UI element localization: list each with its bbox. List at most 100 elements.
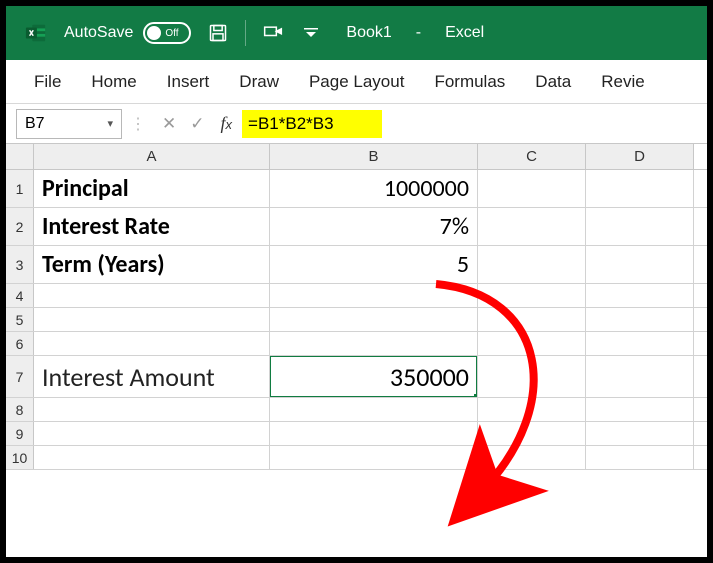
autosave-group: AutoSave Off bbox=[64, 22, 191, 44]
cell-d3[interactable] bbox=[586, 246, 694, 283]
cell-c6[interactable] bbox=[478, 332, 586, 355]
row-6: 6 bbox=[6, 332, 707, 356]
cell-c3[interactable] bbox=[478, 246, 586, 283]
ribbon-tabs: File Home Insert Draw Page Layout Formul… bbox=[6, 60, 707, 104]
cell-b5[interactable] bbox=[270, 308, 478, 331]
col-header-b[interactable]: B bbox=[270, 144, 478, 169]
cell-c7[interactable] bbox=[478, 356, 586, 397]
cell-c10[interactable] bbox=[478, 446, 586, 469]
cell-c9[interactable] bbox=[478, 422, 586, 445]
cell-a9[interactable] bbox=[34, 422, 270, 445]
cell-c8[interactable] bbox=[478, 398, 586, 421]
tab-home[interactable]: Home bbox=[91, 72, 136, 92]
col-header-d[interactable]: D bbox=[586, 144, 694, 169]
cell-b6[interactable] bbox=[270, 332, 478, 355]
row-4: 4 bbox=[6, 284, 707, 308]
row-3: 3 Term (Years) 5 bbox=[6, 246, 707, 284]
row-header-4[interactable]: 4 bbox=[6, 284, 34, 307]
cell-b1[interactable]: 1000000 bbox=[270, 170, 478, 207]
tab-page-layout[interactable]: Page Layout bbox=[309, 72, 404, 92]
row-header-3[interactable]: 3 bbox=[6, 246, 34, 283]
cell-d7[interactable] bbox=[586, 356, 694, 397]
excel-window: AutoSave Off Book1 - Excel File Home Ins… bbox=[6, 6, 707, 557]
cell-d1[interactable] bbox=[586, 170, 694, 207]
cell-b2[interactable]: 7% bbox=[270, 208, 478, 245]
select-all-corner[interactable] bbox=[6, 144, 34, 169]
row-header-6[interactable]: 6 bbox=[6, 332, 34, 355]
autosave-label: AutoSave bbox=[64, 24, 133, 42]
run-icon[interactable] bbox=[262, 22, 284, 44]
cell-b7[interactable]: 350000 bbox=[270, 356, 478, 397]
cell-c5[interactable] bbox=[478, 308, 586, 331]
row-2: 2 Interest Rate 7% bbox=[6, 208, 707, 246]
row-1: 1 Principal 1000000 bbox=[6, 170, 707, 208]
row-header-9[interactable]: 9 bbox=[6, 422, 34, 445]
cell-a4[interactable] bbox=[34, 284, 270, 307]
cell-a6[interactable] bbox=[34, 332, 270, 355]
cell-b3[interactable]: 5 bbox=[270, 246, 478, 283]
tab-review[interactable]: Revie bbox=[601, 72, 644, 92]
cell-a7[interactable]: Interest Amount bbox=[34, 356, 270, 397]
separator bbox=[245, 20, 246, 46]
cell-a10[interactable] bbox=[34, 446, 270, 469]
cell-a3[interactable]: Term (Years) bbox=[34, 246, 270, 283]
tab-insert[interactable]: Insert bbox=[167, 72, 210, 92]
name-box[interactable]: B7 ▾ bbox=[16, 109, 122, 139]
fx-icon[interactable]: fx bbox=[215, 113, 239, 134]
name-box-value: B7 bbox=[25, 115, 45, 133]
cell-d4[interactable] bbox=[586, 284, 694, 307]
cell-b10[interactable] bbox=[270, 446, 478, 469]
cell-a1[interactable]: Principal bbox=[34, 170, 270, 207]
row-10: 10 bbox=[6, 446, 707, 470]
title-separator: - bbox=[416, 24, 421, 42]
row-header-2[interactable]: 2 bbox=[6, 208, 34, 245]
column-headers: A B C D bbox=[6, 144, 707, 170]
tab-formulas[interactable]: Formulas bbox=[434, 72, 505, 92]
cell-b8[interactable] bbox=[270, 398, 478, 421]
cancel-formula-icon[interactable]: ✕ bbox=[158, 112, 180, 136]
enter-formula-icon[interactable]: ✓ bbox=[186, 112, 208, 136]
cell-a5[interactable] bbox=[34, 308, 270, 331]
row-header-10[interactable]: 10 bbox=[6, 446, 34, 469]
toggle-knob bbox=[147, 26, 161, 40]
formula-buttons: ✕ ✓ fx bbox=[158, 112, 238, 136]
row-header-1[interactable]: 1 bbox=[6, 170, 34, 207]
toggle-state-label: Off bbox=[165, 28, 178, 39]
cell-d8[interactable] bbox=[586, 398, 694, 421]
formula-bar-row: B7 ▾ ⋮ ✕ ✓ fx =B1*B2*B3 bbox=[6, 104, 707, 144]
tab-file[interactable]: File bbox=[34, 72, 61, 92]
autosave-toggle[interactable]: Off bbox=[143, 22, 191, 44]
row-7: 7 Interest Amount 350000 bbox=[6, 356, 707, 398]
customize-qat-icon[interactable] bbox=[300, 22, 322, 44]
cell-d9[interactable] bbox=[586, 422, 694, 445]
cell-c2[interactable] bbox=[478, 208, 586, 245]
col-header-c[interactable]: C bbox=[478, 144, 586, 169]
formula-bar-value: =B1*B2*B3 bbox=[248, 114, 334, 134]
cell-c4[interactable] bbox=[478, 284, 586, 307]
formula-bar[interactable]: =B1*B2*B3 bbox=[242, 110, 382, 138]
col-header-a[interactable]: A bbox=[34, 144, 270, 169]
cell-b4[interactable] bbox=[270, 284, 478, 307]
spreadsheet-grid: A B C D 1 Principal 1000000 2 Interest R… bbox=[6, 144, 707, 470]
document-name: Book1 bbox=[346, 24, 391, 42]
row-8: 8 bbox=[6, 398, 707, 422]
cell-d6[interactable] bbox=[586, 332, 694, 355]
row-5: 5 bbox=[6, 308, 707, 332]
row-header-5[interactable]: 5 bbox=[6, 308, 34, 331]
row-header-7[interactable]: 7 bbox=[6, 356, 34, 397]
cell-d2[interactable] bbox=[586, 208, 694, 245]
save-icon[interactable] bbox=[207, 22, 229, 44]
row-9: 9 bbox=[6, 422, 707, 446]
cell-a8[interactable] bbox=[34, 398, 270, 421]
cell-d5[interactable] bbox=[586, 308, 694, 331]
cell-a2[interactable]: Interest Rate bbox=[34, 208, 270, 245]
cell-b9[interactable] bbox=[270, 422, 478, 445]
app-name: Excel bbox=[445, 24, 484, 42]
tab-draw[interactable]: Draw bbox=[239, 72, 279, 92]
chevron-down-icon[interactable]: ▾ bbox=[107, 117, 113, 130]
cell-c1[interactable] bbox=[478, 170, 586, 207]
tab-data[interactable]: Data bbox=[535, 72, 571, 92]
cell-d10[interactable] bbox=[586, 446, 694, 469]
excel-app-icon bbox=[24, 21, 48, 45]
row-header-8[interactable]: 8 bbox=[6, 398, 34, 421]
